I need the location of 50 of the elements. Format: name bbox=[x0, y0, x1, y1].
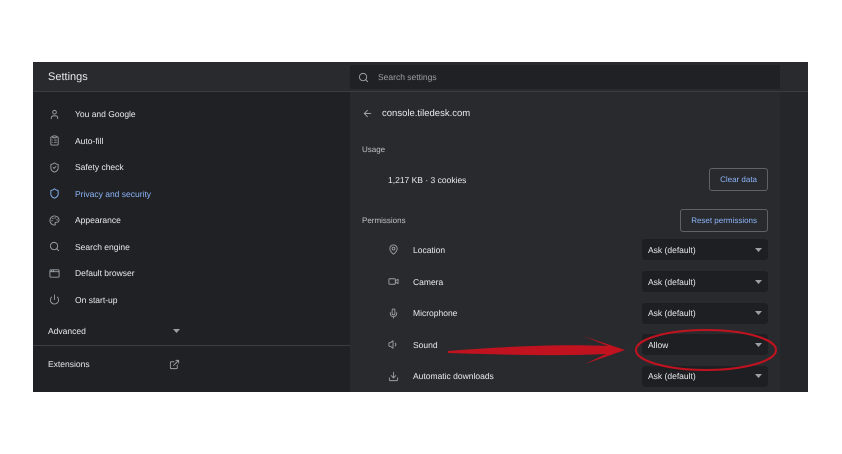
sidebar-item-icon bbox=[49, 294, 60, 306]
search-field[interactable]: Search settings bbox=[350, 65, 780, 89]
permission-dropdown[interactable]: Allow bbox=[642, 334, 768, 356]
search-icon bbox=[358, 72, 369, 82]
sidebar-item[interactable]: Search engine bbox=[33, 234, 350, 260]
permission-label: Location bbox=[413, 244, 446, 255]
permission-icon bbox=[388, 276, 399, 288]
extensions-link[interactable]: Extensions bbox=[33, 346, 350, 382]
site-title: console.tiledesk.com bbox=[382, 108, 470, 120]
back-arrow-icon[interactable] bbox=[362, 108, 373, 120]
permission-dropdown[interactable]: Ask (default) bbox=[642, 302, 768, 324]
caret-icon bbox=[173, 329, 180, 333]
caret-icon bbox=[755, 311, 762, 316]
caret-icon bbox=[755, 374, 762, 378]
reset-permissions-button[interactable]: Reset permissions bbox=[680, 208, 768, 232]
caret-icon bbox=[755, 280, 762, 284]
sidebar-item-icon bbox=[49, 268, 60, 279]
usage-summary: 1,217 KB · 3 cookies bbox=[388, 174, 466, 185]
permission-label: Microphone bbox=[413, 308, 458, 318]
permission-dropdown[interactable]: Ask (default) bbox=[642, 366, 768, 387]
permission-icon bbox=[388, 370, 399, 382]
permission-label: Automatic downloads bbox=[413, 371, 494, 382]
window-title: Settings bbox=[48, 71, 89, 83]
sidebar-item[interactable]: On start-up bbox=[33, 286, 350, 313]
caret-icon bbox=[755, 342, 762, 347]
sidebar-item[interactable]: Privacy and security bbox=[33, 180, 350, 207]
sidebar-item-icon bbox=[49, 135, 60, 146]
sidebar-item-icon bbox=[49, 241, 60, 252]
sidebar-item[interactable]: Safety check bbox=[33, 154, 350, 180]
sidebar-item[interactable]: Appearance bbox=[33, 207, 350, 234]
permission-label: Camera bbox=[413, 276, 444, 287]
permission-label: Sound bbox=[413, 340, 438, 350]
sidebar-item[interactable]: Default browser bbox=[33, 260, 350, 286]
permission-dropdown[interactable]: Ask (default) bbox=[642, 271, 768, 292]
sidebar-item[interactable]: You and Google bbox=[33, 101, 350, 128]
sidebar-item[interactable]: Auto-fill bbox=[33, 128, 350, 154]
sidebar-item-icon bbox=[49, 162, 60, 173]
section-heading: Permissions bbox=[362, 216, 406, 225]
sidebar-item-icon bbox=[49, 214, 60, 226]
sidebar-item-icon bbox=[49, 108, 60, 120]
advanced-section-toggle[interactable]: Advanced bbox=[33, 317, 350, 346]
external-link-icon bbox=[169, 358, 180, 370]
permission-icon bbox=[388, 339, 399, 350]
clear-data-button[interactable]: Clear data bbox=[709, 168, 768, 192]
sidebar-item-icon bbox=[49, 188, 60, 200]
caret-icon bbox=[755, 248, 762, 252]
permission-dropdown[interactable]: Ask (default) bbox=[642, 239, 768, 260]
section-heading: Usage bbox=[362, 144, 386, 154]
permission-icon bbox=[388, 308, 399, 319]
permission-icon bbox=[388, 244, 399, 256]
